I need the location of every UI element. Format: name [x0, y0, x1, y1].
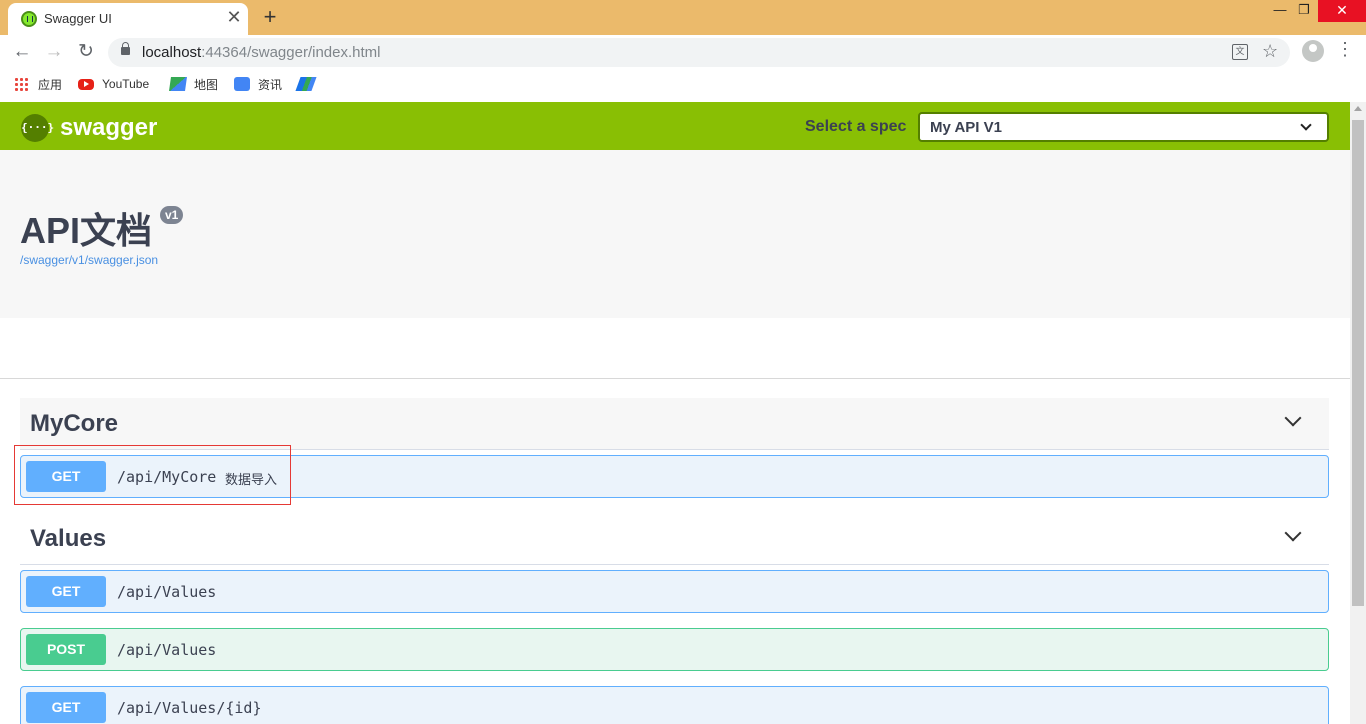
spec-select-value: My API V1 — [930, 119, 1002, 136]
tag-name: MyCore — [30, 410, 119, 437]
chevron-down-icon[interactable] — [1284, 409, 1302, 427]
swagger-logo-icon[interactable]: {···} — [21, 114, 54, 142]
operation-row[interactable]: GET /api/Values/{id} — [20, 686, 1329, 724]
bookmarks-bar: 应用 YouTube 地图 资讯 — [0, 69, 1366, 102]
bookmark-extension[interactable] — [295, 77, 322, 95]
spec-select[interactable]: My API V1 — [918, 112, 1329, 142]
swagger-brand[interactable]: swagger — [60, 114, 157, 142]
tag-name: Values — [30, 525, 107, 552]
method-badge: GET — [26, 692, 106, 723]
method-badge: GET — [26, 576, 106, 607]
chevron-down-icon[interactable] — [1284, 524, 1302, 542]
translate-icon[interactable]: 文 — [1232, 44, 1248, 60]
swagger-favicon-icon — [21, 11, 37, 27]
scroll-up-arrow-icon[interactable] — [1354, 106, 1362, 111]
bookmark-youtube[interactable]: YouTube — [78, 77, 149, 95]
reload-icon[interactable]: ↻ — [73, 39, 99, 65]
scrollbar-thumb[interactable] — [1352, 120, 1364, 606]
select-spec-label: Select a spec — [805, 118, 907, 135]
extension-icon — [295, 77, 317, 91]
maps-icon — [169, 77, 187, 91]
address-bar[interactable]: localhost:44364/swagger/index.html 文 ☆ — [108, 38, 1290, 67]
operation-path: /api/Values — [117, 641, 217, 659]
apps-grid-icon — [14, 77, 30, 91]
news-icon — [234, 77, 250, 91]
page-scrollbar[interactable] — [1350, 102, 1366, 724]
bookmark-maps[interactable]: 地图 — [169, 77, 218, 95]
operation-row[interactable]: GET /api/Values — [20, 570, 1329, 613]
browser-toolbar: ← → ↻ localhost:44364/swagger/index.html… — [0, 35, 1366, 69]
youtube-icon — [78, 79, 94, 90]
chevron-down-icon — [1300, 119, 1312, 131]
browser-tab[interactable]: Swagger UI ✕ — [8, 3, 248, 35]
bookmark-apps[interactable]: 应用 — [14, 77, 62, 95]
page-title: API文档 — [20, 210, 153, 251]
swagger-page: {···} swagger Select a spec My API V1 AP… — [0, 102, 1350, 724]
profile-avatar-icon[interactable] — [1302, 40, 1324, 62]
spec-json-link[interactable]: /swagger/v1/swagger.json — [20, 253, 158, 267]
back-arrow-icon[interactable]: ← — [9, 39, 35, 65]
bookmark-star-icon[interactable]: ☆ — [1262, 41, 1278, 62]
browser-menu-icon[interactable]: ⋮ — [1336, 39, 1354, 60]
operation-path: /api/Values/{id} — [117, 699, 262, 717]
url-text[interactable]: localhost:44364/swagger/index.html — [142, 44, 380, 61]
lock-icon[interactable] — [121, 42, 130, 55]
tab-title: Swagger UI — [44, 11, 112, 26]
operation-row[interactable]: POST /api/Values — [20, 628, 1329, 671]
version-badge: v1 — [160, 206, 184, 224]
window-close-button[interactable]: ✕ — [1318, 0, 1366, 22]
method-badge: POST — [26, 634, 106, 665]
tab-close-icon[interactable]: ✕ — [226, 8, 242, 26]
highlight-box — [14, 445, 291, 505]
tag-values-header[interactable]: Values — [20, 513, 1329, 565]
operation-path: /api/Values — [117, 583, 217, 601]
window-maximize-button[interactable]: ❐ — [1288, 0, 1320, 22]
new-tab-button[interactable]: + — [258, 4, 282, 30]
tag-mycore-header[interactable]: MyCore — [20, 398, 1329, 450]
forward-arrow-icon[interactable]: → — [41, 39, 67, 65]
section-divider — [0, 378, 1350, 379]
tab-strip: Swagger UI ✕ + — ❐ ✕ — [0, 0, 1366, 35]
bookmark-news[interactable]: 资讯 — [234, 77, 282, 95]
api-info: API文档 v1 /swagger/v1/swagger.json — [0, 150, 1350, 318]
swagger-topbar: {···} swagger Select a spec My API V1 — [0, 102, 1350, 150]
